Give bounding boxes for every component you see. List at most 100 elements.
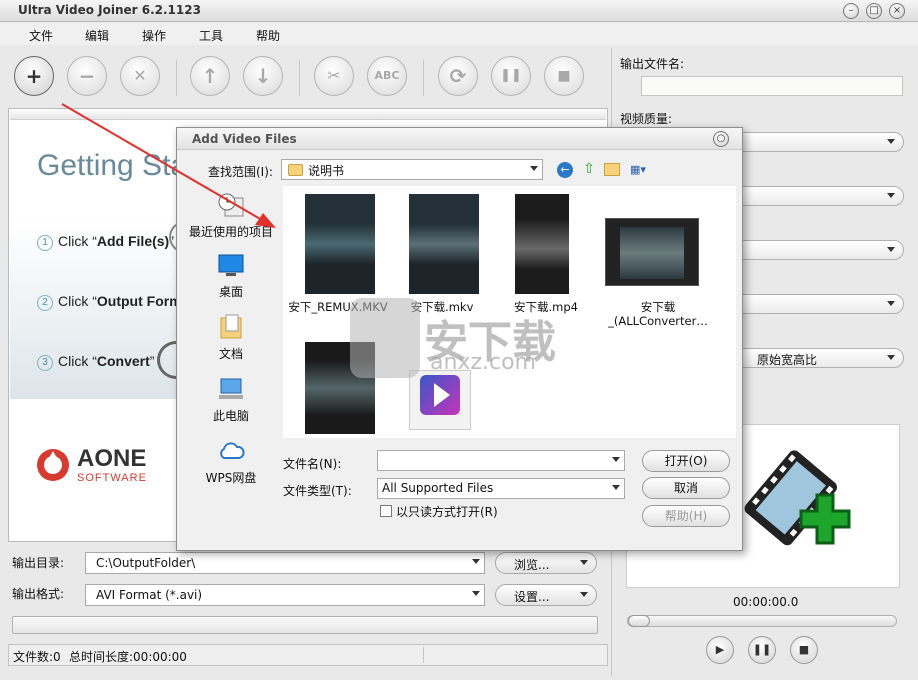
video-quality-label: 视频质量: [620, 112, 673, 126]
step-bold-text: Add File(s) [96, 233, 170, 249]
toolbar: + − ✕ ↑ ↓ ✂ ABC ⟳ ❚❚ ■ [8, 48, 608, 106]
output-dir-label: 输出目录: [12, 556, 65, 570]
step-number: 2 [37, 295, 53, 311]
film-frame [620, 227, 684, 279]
getting-started-title: Getting Sta [37, 149, 188, 182]
dialog-title: Add Video Files [192, 132, 297, 146]
timecode: 00:00:00.0 [733, 595, 799, 609]
move-up-button[interactable]: ↑ [190, 56, 230, 96]
stop-button[interactable]: ■ [544, 56, 584, 96]
place-wps-cloud[interactable]: WPS网盘 [179, 438, 283, 486]
output-dir-combo[interactable]: C:\OutputFolder\ [85, 552, 485, 574]
play-button[interactable]: ▶ [706, 636, 734, 664]
menu-file[interactable]: 文件 [29, 27, 53, 44]
cancel-button[interactable]: 取消 [642, 477, 730, 499]
remove-file-button[interactable]: − [67, 56, 107, 96]
step-text: Click “ [58, 293, 97, 309]
file-list-header [10, 110, 606, 120]
places-bar: 最近使用的项目 桌面 文档 此电脑 WPS网盘 [179, 186, 283, 536]
lookin-label: 查找范围(I): [208, 165, 273, 179]
cut-button[interactable]: ✂ [314, 56, 354, 96]
dialog-close-button[interactable]: ○ [713, 131, 729, 147]
menu-bar: 文件 编辑 操作 工具 帮助 [0, 23, 918, 45]
video-thumbnail [409, 194, 479, 294]
place-desktop[interactable]: 桌面 [179, 252, 283, 300]
seek-slider[interactable] [627, 615, 897, 627]
rename-button[interactable]: ABC [367, 56, 407, 96]
chevron-down-icon [612, 457, 620, 462]
step-number: 1 [37, 235, 53, 251]
output-filename-label: 输出文件名: [620, 57, 685, 71]
status-bar: 文件数:0 总时间长度:00:00:00 [8, 644, 608, 666]
add-file-button[interactable]: + [14, 56, 54, 96]
title-bar: Ultra Video Joiner 6.2.1123 – □ × [0, 0, 918, 22]
pause-button[interactable]: ❚❚ [491, 56, 531, 96]
player-pause-button[interactable]: ❚❚ [748, 636, 776, 664]
filetype-value: All Supported Files [382, 481, 494, 495]
output-format-label: 输出格式: [12, 587, 65, 601]
maximize-button[interactable]: □ [866, 3, 882, 19]
app-file-thumbnail [409, 370, 471, 430]
open-button[interactable]: 打开(O) [642, 450, 730, 472]
step-add-files: 1 Click “Add File(s)” [37, 233, 174, 251]
film-thumbnail [605, 218, 699, 286]
aspect-ratio-value: 原始宽高比 [757, 353, 818, 367]
help-button[interactable]: 帮助(H) [642, 505, 730, 527]
place-label: 文档 [218, 347, 243, 361]
player-stop-button[interactable]: ■ [790, 636, 818, 664]
menu-edit[interactable]: 编辑 [85, 27, 109, 44]
filetype-combo[interactable]: All Supported Files [377, 478, 625, 499]
window-title: Ultra Video Joiner 6.2.1123 [18, 3, 201, 17]
chevron-down-icon [530, 166, 538, 171]
cloud-icon [220, 442, 245, 459]
step-number: 3 [37, 355, 53, 371]
output-dir-value: C:\OutputFolder\ [96, 556, 196, 570]
chevron-down-icon [887, 301, 895, 306]
chevron-down-icon [472, 559, 480, 564]
chevron-down-icon [580, 560, 588, 565]
step-convert: 3 Click “Convert” [37, 353, 154, 371]
seek-handle[interactable] [628, 615, 650, 627]
convert-button[interactable]: ⟳ [438, 56, 478, 96]
browse-button[interactable]: 浏览... [495, 552, 597, 574]
minimize-button[interactable]: – [843, 3, 859, 19]
new-folder-icon[interactable] [604, 163, 620, 176]
chevron-down-icon [612, 485, 620, 490]
close-button[interactable]: × [889, 3, 905, 19]
readonly-checkbox[interactable] [380, 505, 392, 517]
output-filename-input[interactable] [641, 76, 903, 96]
menu-action[interactable]: 操作 [142, 27, 166, 44]
step-text: ” [149, 353, 155, 369]
chevron-down-icon [472, 591, 480, 596]
filename-input[interactable] [377, 450, 625, 471]
lookin-combo[interactable]: 说明书 [281, 159, 543, 180]
status-divider [423, 647, 424, 663]
readonly-label: 以只读方式打开(R) [396, 505, 498, 519]
view-menu-icon[interactable]: ▦▾ [630, 163, 654, 177]
step-bold-text: Convert [96, 353, 150, 369]
computer-icon [219, 378, 243, 399]
output-format-combo[interactable]: AVI Format (*.avi) [85, 584, 485, 606]
up-folder-icon[interactable]: ⇧ [581, 161, 597, 177]
aone-logo-mark [37, 449, 69, 481]
place-this-pc[interactable]: 此电脑 [179, 376, 283, 424]
menu-tools[interactable]: 工具 [199, 27, 223, 44]
place-documents[interactable]: 文档 [179, 314, 283, 362]
folder-icon [288, 164, 303, 176]
toolbar-separator [423, 60, 424, 96]
toolbar-separator [176, 60, 177, 96]
clear-list-button[interactable]: ✕ [120, 56, 160, 96]
menu-help[interactable]: 帮助 [256, 27, 280, 44]
back-icon[interactable]: ← [557, 162, 573, 178]
move-down-button[interactable]: ↓ [243, 56, 283, 96]
video-thumbnail [515, 194, 569, 294]
place-recent[interactable]: 最近使用的项目 [179, 192, 283, 240]
dialog-title-bar: Add Video Files ○ [177, 128, 742, 150]
settings-button[interactable]: 设置... [495, 584, 597, 606]
desktop-icon [218, 254, 244, 276]
place-label: 最近使用的项目 [188, 225, 273, 239]
chevron-down-icon [580, 592, 588, 597]
film-add-icon [744, 450, 851, 546]
file-count: 文件数:0 [13, 650, 61, 664]
aone-logo-text: AONE [77, 445, 147, 472]
